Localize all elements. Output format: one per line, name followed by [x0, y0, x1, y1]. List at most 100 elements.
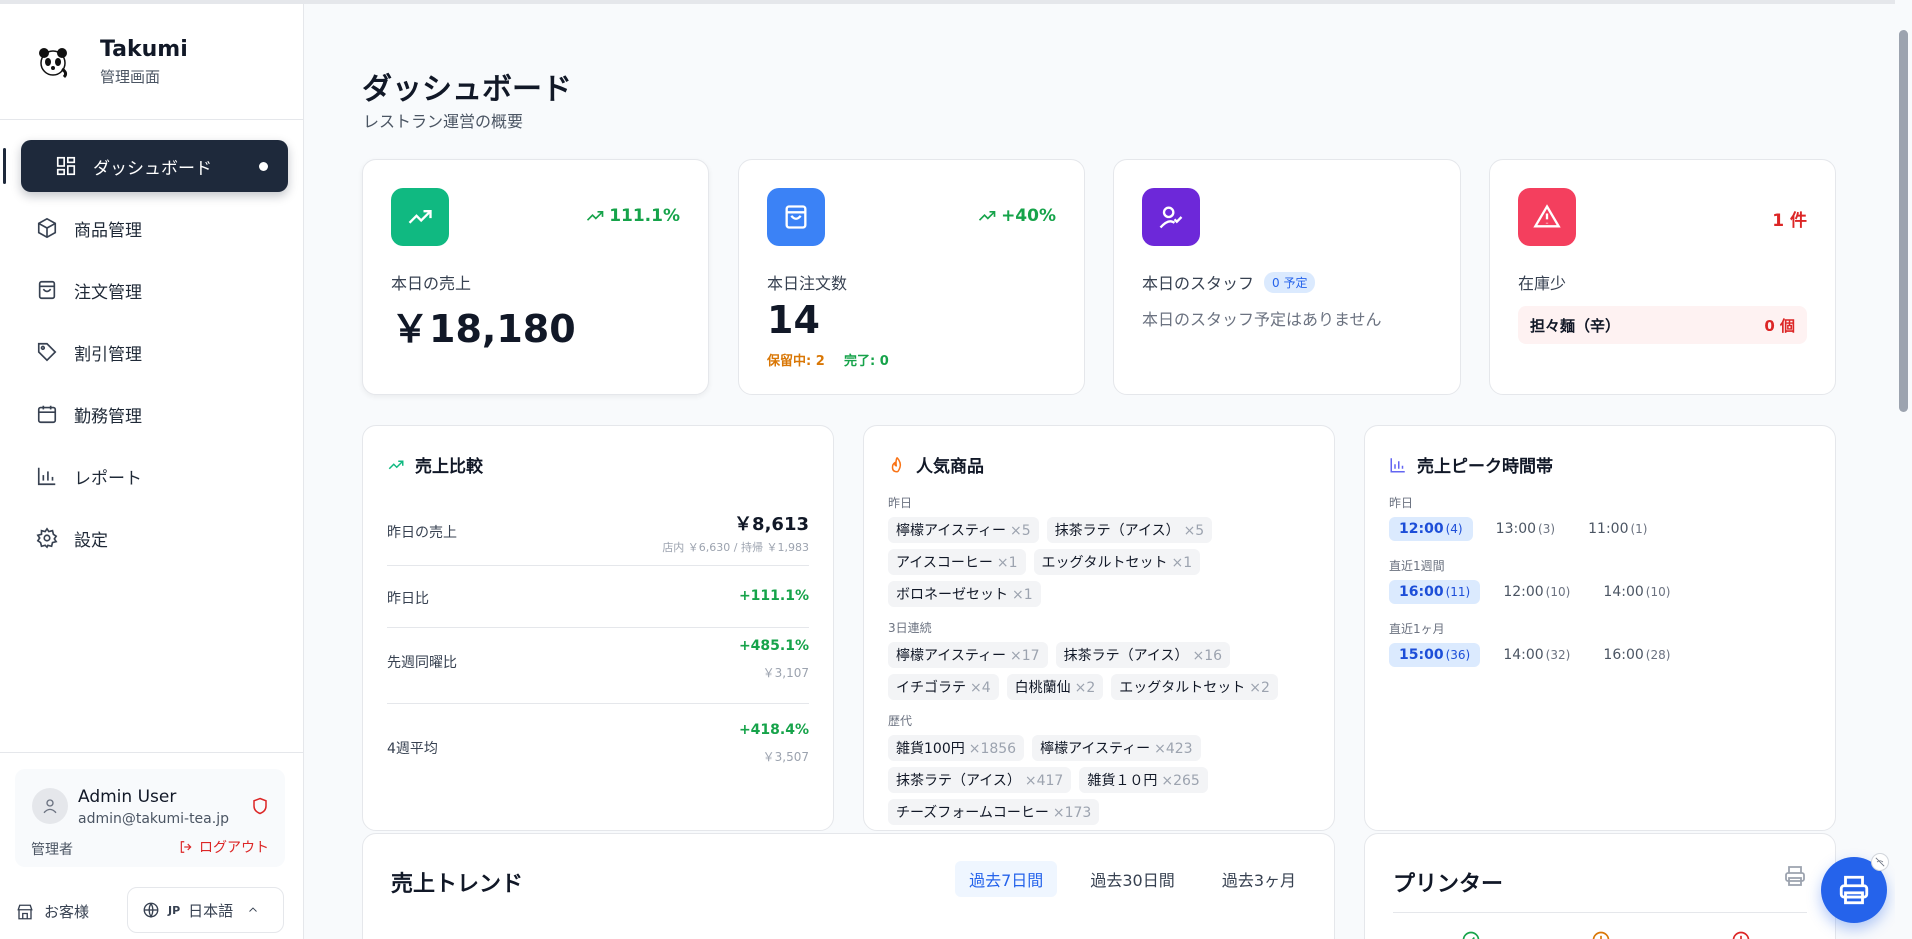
- bar-chart-icon: [1390, 457, 1405, 472]
- check-circle-icon: [1462, 931, 1480, 939]
- orders-pending: 保留中: 2: [767, 354, 825, 369]
- user-role: 管理者: [31, 842, 73, 858]
- peak-slot: 14:00 (10): [1603, 584, 1671, 600]
- comparison-value: ￥8,613 店内 ￥6,630 / 持帰 ￥1,983: [662, 510, 809, 555]
- grid-icon: [56, 156, 76, 176]
- sidebar-item-shifts[interactable]: 勤務管理: [0, 388, 304, 440]
- printer-icon: [1839, 875, 1869, 905]
- four-week-ratio: +418.4%: [738, 722, 809, 738]
- sales-label: 本日の売上: [391, 274, 472, 293]
- yesterday-sales-value: ￥8,613: [734, 514, 809, 535]
- sales-card: 111.1% 本日の売上 ￥18,180: [362, 159, 709, 395]
- customer-link[interactable]: お客様: [16, 901, 89, 922]
- store-icon: [17, 904, 33, 919]
- tab-7-days[interactable]: 過去7日間: [955, 861, 1058, 897]
- comparison-label: 4週平均: [387, 741, 438, 757]
- bar-chart-icon: [37, 467, 56, 486]
- popular-item-chip: 檸檬アイスティー ×5: [888, 517, 1039, 543]
- peak-slots: 16:00 (11) 12:00 (10) 14:00 (10): [1389, 580, 1811, 604]
- popular-item-chip: 白桃蘭仙 ×2: [1006, 674, 1104, 700]
- avatar[interactable]: [32, 788, 68, 824]
- staff-label: 本日のスタッフ 0 予定: [1142, 270, 1316, 294]
- active-dot: [259, 162, 268, 171]
- popular-title-text: 人気商品: [916, 457, 984, 477]
- tab-30-days[interactable]: 過去30日間: [1076, 861, 1188, 897]
- stock-label: 在庫少: [1518, 274, 1567, 293]
- popular-item-chip: 抹茶ラテ（アイス） ×417: [888, 767, 1072, 793]
- orders-label: 本日注文数: [767, 274, 848, 293]
- sidebar-footer: Admin User admin@takumi-tea.jp 管理者 ログアウト…: [0, 752, 304, 939]
- popular-item-chip: チーズフォームコーヒー ×173: [888, 799, 1100, 825]
- peak-hours-card: 売上ピーク時間帯 昨日 12:00 (4) 13:00 (3) 11:00 (1) 直…: [1364, 425, 1836, 831]
- logout-icon: [180, 841, 192, 853]
- popular-item-chip: 抹茶ラテ（アイス） ×16: [1055, 642, 1231, 668]
- printer-icon[interactable]: [1783, 864, 1807, 888]
- scrollbar-thumb[interactable]: [1899, 30, 1908, 412]
- staff-label-text: 本日のスタッフ: [1142, 274, 1255, 293]
- peak-title: 売上ピーク時間帯: [1389, 452, 1553, 477]
- sidebar-item-label: 設定: [74, 530, 108, 551]
- staff-empty-text: 本日のスタッフ予定はありません: [1142, 310, 1382, 329]
- printer-divider: [1393, 912, 1807, 913]
- sales-trend-title: 売上トレンド: [391, 872, 524, 897]
- alert-triangle-icon: [1533, 204, 1561, 228]
- logout-label: ログアウト: [199, 840, 269, 856]
- sales-icon-box: [391, 188, 449, 246]
- sidebar-item-dashboard[interactable]: ダッシュボード: [3, 140, 288, 192]
- language-selector[interactable]: JP 日本語: [127, 887, 284, 933]
- sidebar: Takumi 管理画面 ダッシュボード 商品管理 注文管理 割引管理 勤務管理: [0, 4, 304, 939]
- stock-item-name: 担々麺（辛）: [1530, 316, 1621, 335]
- brand[interactable]: Takumi 管理画面: [0, 4, 303, 120]
- orders-done: 完了: 0: [844, 354, 889, 369]
- gear-icon: [36, 527, 58, 549]
- sidebar-item-settings[interactable]: 設定: [0, 512, 304, 564]
- sidebar-item-products[interactable]: 商品管理: [0, 202, 304, 254]
- trending-up-icon: [978, 211, 996, 221]
- four-week-value: ￥3,507: [762, 750, 809, 764]
- sales-trend-card: 売上トレンド 過去7日間 過去30日間 過去3ヶ月: [362, 833, 1335, 939]
- popular-item-chip: イチゴラテ ×4: [888, 674, 999, 700]
- peak-slot: 12:00 (10): [1503, 584, 1571, 600]
- popular-group-label: 歴代: [888, 714, 913, 728]
- peak-slot: 15:00 (36): [1389, 643, 1481, 667]
- orders-card: +40% 本日注文数 14 保留中: 2 完了: 0: [738, 159, 1085, 395]
- active-indicator: [3, 148, 6, 184]
- peak-slot: 13:00 (3): [1495, 521, 1556, 537]
- staff-icon-box: [1142, 188, 1200, 246]
- popular-item-chip: 檸檬アイスティー ×423: [1032, 735, 1201, 761]
- logout-button[interactable]: ログアウト: [179, 837, 269, 857]
- sales-trend: 111.1%: [585, 206, 680, 226]
- page-scrollbar[interactable]: [1895, 0, 1912, 939]
- yesterday-sales-breakdown: 店内 ￥6,630 / 持帰 ￥1,983: [662, 541, 809, 554]
- sidebar-item-orders[interactable]: 注文管理: [0, 264, 304, 316]
- sidebar-item-discounts[interactable]: 割引管理: [0, 326, 304, 378]
- tab-3-months[interactable]: 過去3ヶ月: [1208, 861, 1310, 897]
- bag-icon: [38, 280, 56, 300]
- popular-group-label: 3日連続: [888, 621, 932, 635]
- popular-item-chip: アイスコーヒー ×1: [888, 549, 1026, 575]
- flame-icon: [891, 456, 902, 473]
- tag-icon: [37, 342, 57, 362]
- sidebar-item-reports[interactable]: レポート: [0, 450, 304, 502]
- language-code: JP: [168, 903, 181, 917]
- trend-tabs: 過去7日間 過去30日間 過去3ヶ月: [941, 861, 1310, 897]
- trending-up-icon: [408, 210, 432, 224]
- peak-slot: 12:00 (4): [1389, 517, 1473, 541]
- staff-badge: 0 予定: [1264, 271, 1316, 293]
- stock-item[interactable]: 担々麺（辛） 0 個: [1518, 306, 1807, 344]
- peak-slot: 14:00 (32): [1503, 647, 1571, 663]
- sidebar-item-label: 注文管理: [74, 282, 142, 303]
- shield-icon: [253, 797, 267, 815]
- comparison-row: 先週同曜比 +485.1% ￥3,107: [387, 628, 809, 704]
- peak-slots: 15:00 (36) 14:00 (32) 16:00 (28): [1389, 643, 1811, 667]
- comparison-value: +418.4% ￥3,507: [739, 722, 809, 765]
- calendar-icon: [37, 405, 57, 424]
- trending-up-icon: [388, 460, 404, 469]
- peak-slot: 16:00 (28): [1603, 647, 1671, 663]
- trending-up-icon: [587, 211, 604, 221]
- staff-card: 本日のスタッフ 0 予定 本日のスタッフ予定はありません: [1113, 159, 1461, 395]
- peak-group-label: 直近1ヶ月: [1389, 622, 1445, 636]
- yesterday-ratio: +111.1%: [738, 588, 809, 604]
- user-email: admin@takumi-tea.jp: [78, 811, 229, 827]
- comparison-row: 4週平均 +418.4% ￥3,507: [387, 704, 809, 780]
